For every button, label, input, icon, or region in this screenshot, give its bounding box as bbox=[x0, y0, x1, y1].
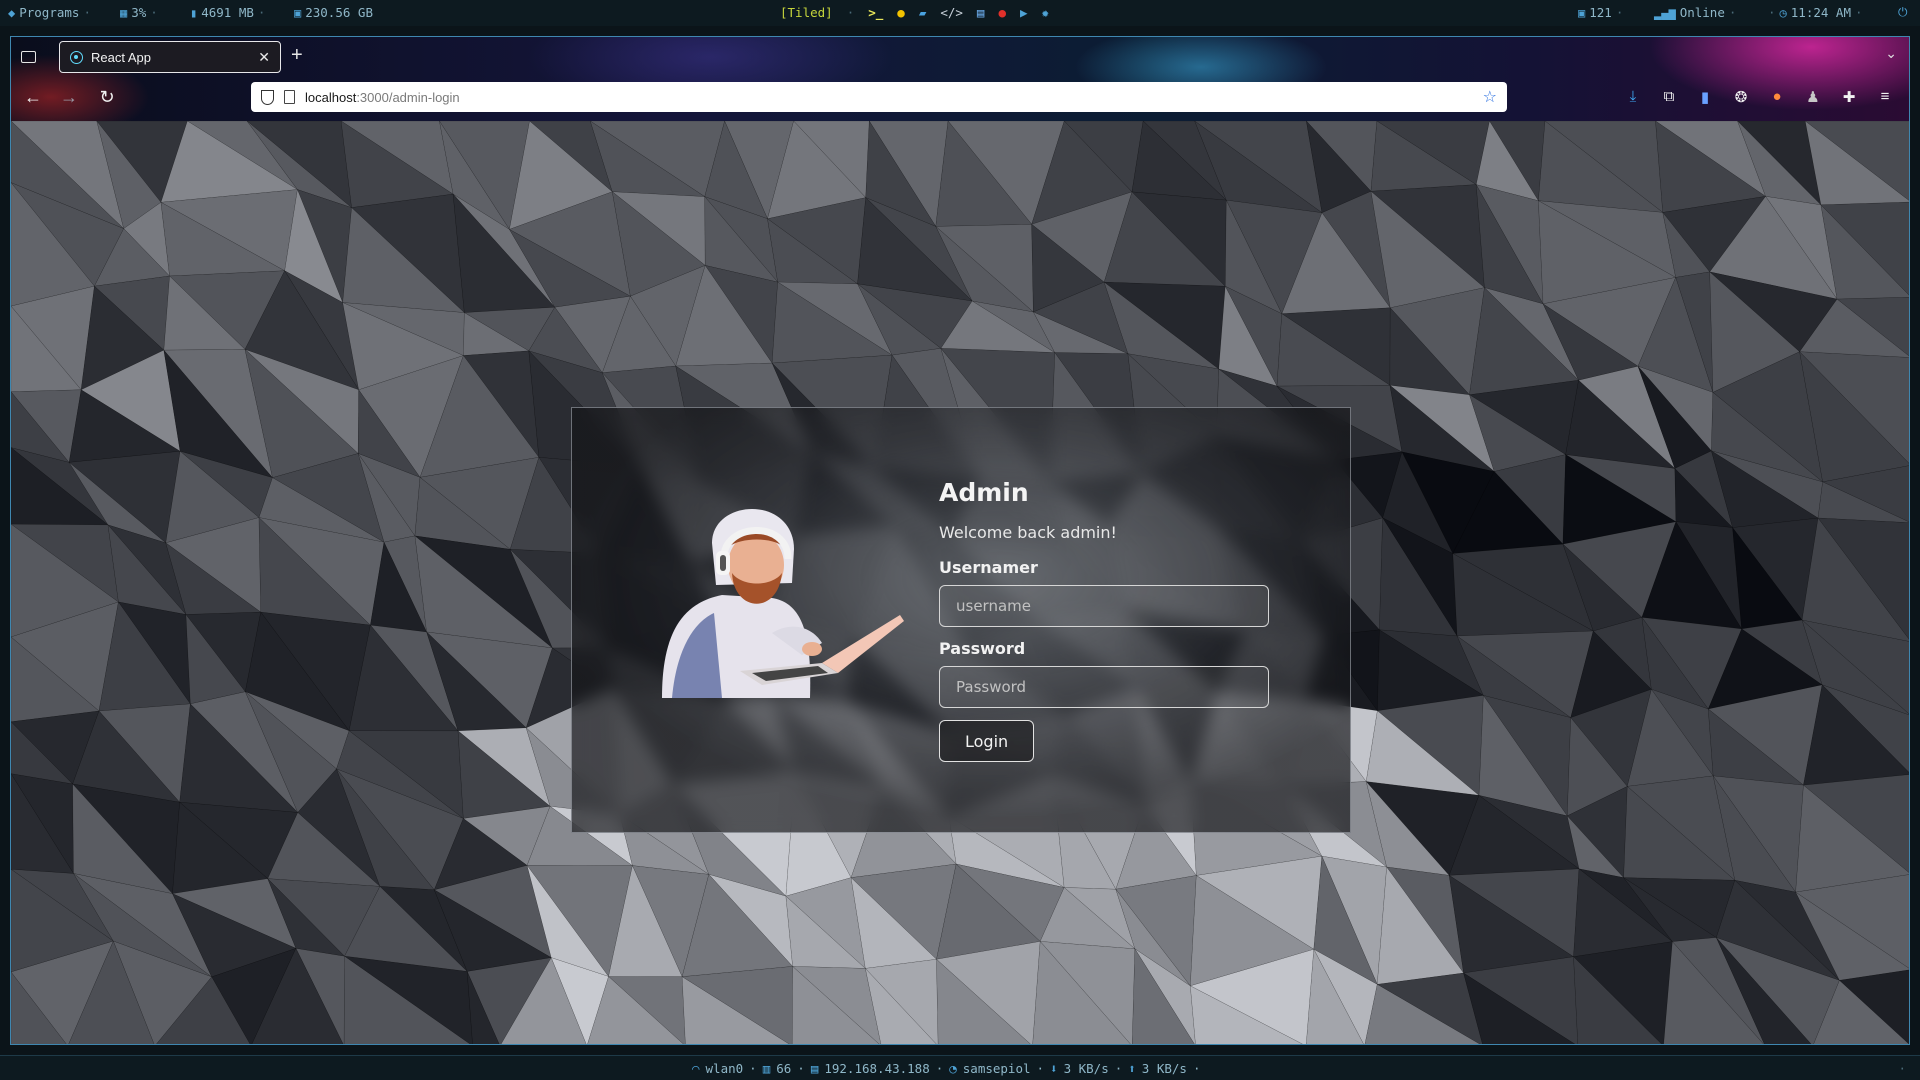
hamburger-menu-icon[interactable]: ≡ bbox=[1875, 88, 1895, 108]
package-icon: ▣ bbox=[1578, 5, 1586, 20]
terminal-icon[interactable]: >_ bbox=[868, 5, 883, 20]
username-label: Usernamer bbox=[939, 558, 1038, 577]
moon-icon[interactable]: ● bbox=[897, 5, 905, 20]
extensions-icon[interactable]: ⧉ bbox=[1659, 88, 1679, 108]
developer-illustration bbox=[662, 509, 904, 698]
memory-value: 4691 MB bbox=[201, 5, 254, 20]
welcome-message: Welcome back admin! bbox=[939, 523, 1117, 542]
wifi-icon: ◠ bbox=[692, 1061, 700, 1076]
notes-icon[interactable]: ▤ bbox=[977, 5, 985, 20]
new-tab-icon[interactable]: + bbox=[291, 45, 303, 65]
disk-indicator: ▣ 230.56 GB bbox=[294, 5, 373, 20]
layout-mode[interactable]: [Tiled] bbox=[780, 5, 833, 20]
clock-icon: ◷ bbox=[1779, 5, 1787, 20]
shield-icon[interactable] bbox=[261, 89, 274, 105]
signal-value: 66 bbox=[776, 1061, 792, 1076]
top-status-bar: ◆ Programs · ▦ 3% · ▮ 4691 MB · ▣ 230.56… bbox=[0, 0, 1920, 26]
settings-icon[interactable]: ✹ bbox=[1042, 5, 1050, 20]
chevron-down-icon[interactable]: ⌄ bbox=[1885, 45, 1897, 62]
signal-strength-icon: ▥ bbox=[762, 1061, 771, 1076]
network-status: Online bbox=[1679, 5, 1725, 20]
programs-menu[interactable]: ◆ Programs · bbox=[8, 5, 91, 20]
updates-count: 121 bbox=[1589, 5, 1612, 20]
password-label: Password bbox=[939, 639, 1026, 658]
react-favicon-icon bbox=[70, 50, 83, 64]
url-text[interactable]: localhost:3000/admin-login bbox=[305, 90, 460, 105]
tab-react-app[interactable]: React App ✕ bbox=[59, 41, 281, 73]
browser-chrome: React App ✕ + ⌄ ← → ↻ localhost:3000/adm… bbox=[11, 37, 1909, 121]
ssid-icon: ◔ bbox=[949, 1061, 957, 1076]
bookmark-star-icon[interactable]: ☆ bbox=[1483, 87, 1497, 107]
clock: · ◷ 11:24 AM · bbox=[1768, 5, 1863, 20]
download-speed-icon: ⬇ bbox=[1050, 1061, 1058, 1076]
password-input[interactable] bbox=[939, 666, 1269, 708]
power-icon: ⏻ bbox=[1898, 5, 1908, 19]
folder-icon[interactable]: ▰ bbox=[919, 5, 927, 20]
disk-icon: ▣ bbox=[294, 5, 302, 20]
forward-arrow-icon[interactable]: → bbox=[57, 87, 81, 108]
power-button[interactable]: ⏻ bbox=[1898, 5, 1908, 20]
firefox-account-icon[interactable]: ● bbox=[1767, 88, 1787, 108]
memory-icon: ▮ bbox=[190, 5, 198, 20]
tab-title: React App bbox=[91, 49, 151, 65]
page-icon[interactable] bbox=[284, 90, 295, 104]
browser-window: React App ✕ + ⌄ ← → ↻ localhost:3000/adm… bbox=[10, 36, 1910, 1045]
tab-overview-icon[interactable] bbox=[17, 45, 39, 67]
reload-icon[interactable]: ↻ bbox=[95, 87, 119, 108]
download-icon[interactable]: ⤓ bbox=[1623, 88, 1643, 108]
code-icon[interactable]: </> bbox=[940, 5, 963, 20]
login-button[interactable]: Login bbox=[939, 720, 1035, 762]
navigation-toolbar: ← → ↻ localhost:3000/admin-login ☆ ⤓ ⧉ ▮… bbox=[11, 77, 1909, 121]
close-tab-icon[interactable]: ✕ bbox=[258, 49, 270, 66]
login-form: Admin Welcome back admin! Usernamer Pass… bbox=[939, 478, 1279, 762]
chat-icon[interactable]: ● bbox=[998, 5, 1006, 20]
upload-speed: 3 KB/s bbox=[1141, 1061, 1187, 1076]
cpu-value: 3% bbox=[131, 5, 147, 20]
addon-icon[interactable]: ♟ bbox=[1803, 88, 1823, 108]
updates-indicator: ▣ 121 · bbox=[1578, 5, 1624, 20]
cpu-indicator: ▦ 3% · bbox=[120, 5, 158, 20]
privacy-icon[interactable]: ❂ bbox=[1731, 88, 1751, 108]
sidebar-icon[interactable]: ▮ bbox=[1695, 88, 1715, 108]
programs-label: Programs bbox=[19, 5, 80, 20]
ip-icon: ▤ bbox=[810, 1061, 819, 1076]
signal-icon: ▂▄▆ bbox=[1654, 5, 1676, 20]
address-bar[interactable]: localhost:3000/admin-login ☆ bbox=[251, 82, 1507, 112]
pin-icon[interactable]: ✚ bbox=[1839, 88, 1859, 108]
network-details: ◠ wlan0 · ▥ 66 · ▤ 192.168.43.188 · ◔ sa… bbox=[692, 1061, 1201, 1076]
network-indicator: ▂▄▆ Online · bbox=[1654, 5, 1737, 20]
workspace-launcher: [Tiled] · >_ ● ▰ </> ▤ ● ▶ ✹ bbox=[780, 5, 1050, 20]
arch-logo-icon: ◆ bbox=[8, 5, 16, 20]
ssid-name: samsepiol bbox=[962, 1061, 1031, 1076]
bottom-status-bar: ◠ wlan0 · ▥ 66 · ▤ 192.168.43.188 · ◔ sa… bbox=[0, 1055, 1920, 1080]
download-speed: 3 KB/s bbox=[1063, 1061, 1109, 1076]
tab-strip: React App ✕ + ⌄ bbox=[11, 37, 1909, 77]
username-input[interactable] bbox=[939, 585, 1269, 627]
disk-value: 230.56 GB bbox=[305, 5, 373, 20]
login-card: Admin Welcome back admin! Usernamer Pass… bbox=[571, 407, 1351, 833]
upload-speed-icon: ⬆ bbox=[1128, 1061, 1136, 1076]
back-arrow-icon[interactable]: ← bbox=[21, 87, 45, 108]
interface-name: wlan0 bbox=[705, 1061, 744, 1076]
page-content: Admin Welcome back admin! Usernamer Pass… bbox=[11, 121, 1909, 1044]
ip-address: 192.168.43.188 bbox=[824, 1061, 930, 1076]
page-title: Admin bbox=[939, 478, 1029, 507]
youtube-icon[interactable]: ▶ bbox=[1020, 5, 1028, 20]
cpu-icon: ▦ bbox=[120, 5, 128, 20]
memory-indicator: ▮ 4691 MB · bbox=[190, 5, 266, 20]
clock-time: 11:24 AM bbox=[1790, 5, 1851, 20]
